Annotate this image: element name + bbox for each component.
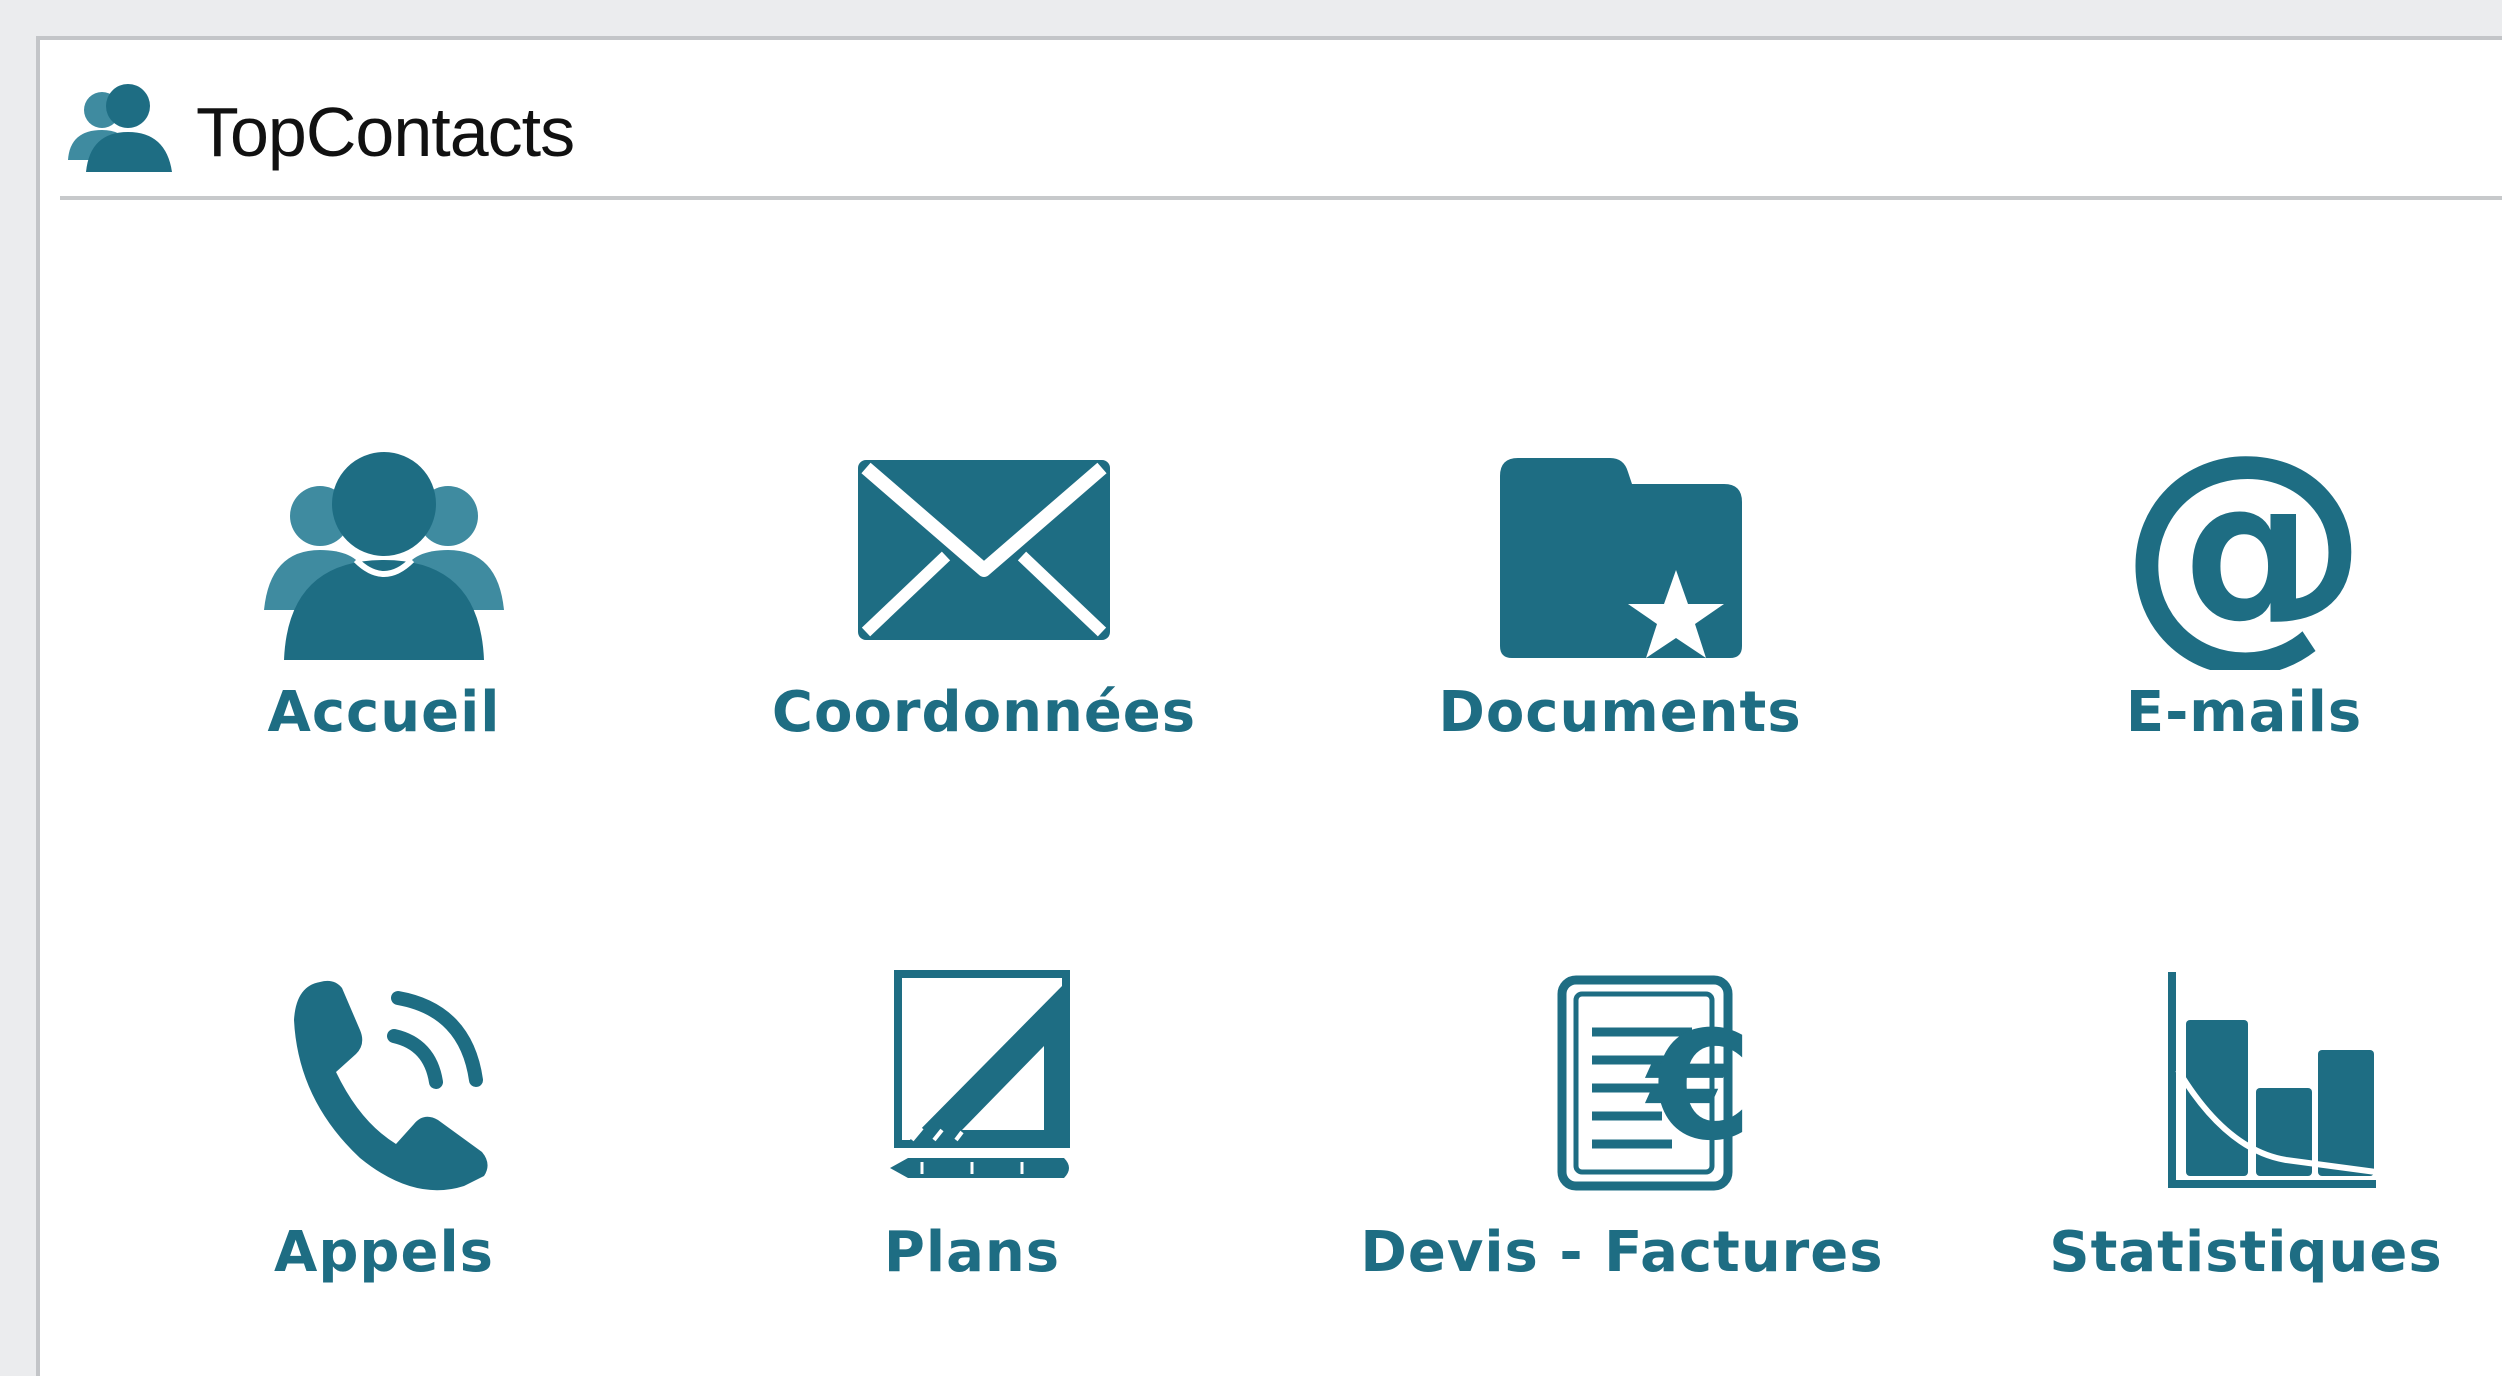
tile-accueil[interactable]: Accueil [84, 410, 684, 770]
tile-label: Accueil [267, 680, 501, 745]
tile-label: Devis - Factures [1360, 1220, 1884, 1285]
at-sign-icon: @ [2119, 410, 2369, 670]
phone-icon [294, 980, 488, 1191]
tile-plans[interactable]: Plans [672, 950, 1272, 1310]
tile-label: Appels [273, 1220, 495, 1285]
folder-star-icon [1500, 458, 1742, 658]
svg-text:€: € [1645, 1000, 1752, 1174]
invoice-euro-icon: € [1557, 975, 1752, 1191]
tile-label: Coordonnées [771, 680, 1197, 745]
tile-label: Documents [1438, 680, 1802, 745]
navigation-grid: Accueil Coordonnées Documents @ E-mails [40, 40, 2502, 1376]
app-window: TopContacts Accueil Coordonnées Document… [36, 36, 2502, 1376]
bar-chart-icon [2168, 972, 2377, 1188]
svg-text:@: @ [2119, 410, 2369, 670]
tile-devis-factures[interactable]: € Devis - Factures [1322, 950, 1922, 1310]
tile-statistiques[interactable]: Statistiques [1946, 950, 2502, 1310]
users-group-icon [264, 452, 504, 660]
tile-coordonnees[interactable]: Coordonnées [684, 410, 1284, 770]
tile-label: E-mails [2125, 680, 2363, 745]
tile-emails[interactable]: @ E-mails [1944, 410, 2502, 770]
tile-label: Statistiques [2049, 1220, 2443, 1285]
set-square-pencil-icon [890, 970, 1070, 1178]
envelope-icon [858, 460, 1110, 640]
tile-documents[interactable]: Documents [1320, 410, 1920, 770]
tile-appels[interactable]: Appels [84, 950, 684, 1310]
tile-label: Plans [883, 1220, 1061, 1285]
